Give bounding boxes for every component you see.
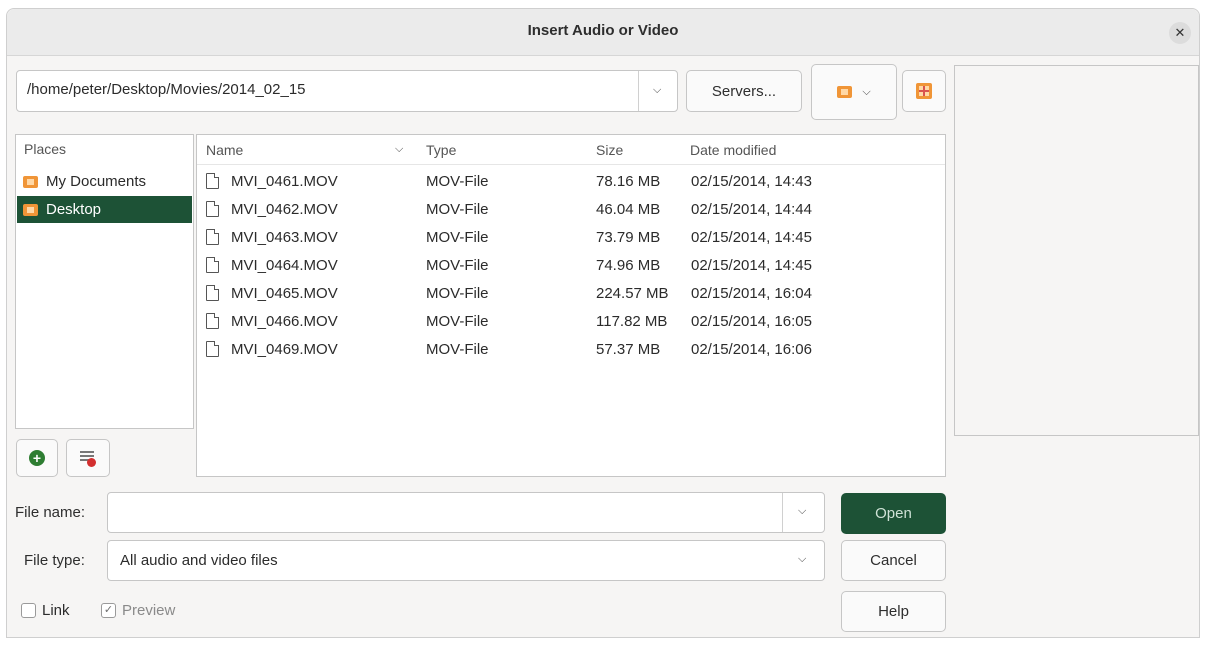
place-item-label: My Documents [46,173,147,190]
file-icon [206,257,219,273]
close-button[interactable]: ✕ [1169,22,1191,44]
close-icon: ✕ [1174,25,1186,40]
file-type-label: File type: [24,552,85,569]
file-row[interactable]: MVI_0462.MOV MOV-File 46.04 MB 02/15/2014, … [198,195,944,223]
help-button-label: Help [878,603,909,620]
file-name-cell: MVI_0469.MOV [231,341,338,358]
file-type-cell: MOV-File [426,229,489,246]
chevron-down-icon[interactable]: ⌵ [653,84,661,97]
folder-up-icon [837,86,853,98]
file-type-select[interactable]: All audio and video files ⌵ [107,540,825,581]
cancel-button[interactable]: Cancel [841,540,946,581]
file-date-cell: 02/15/2014, 16:05 [691,313,812,330]
places-header: Places [24,141,67,157]
path-combobox[interactable]: /home/peter/Desktop/Movies/2014_02_15 ⌵ [16,70,678,112]
open-button[interactable]: Open [841,493,946,534]
cancel-button-label: Cancel [870,552,917,569]
file-name-cell: MVI_0466.MOV [231,313,338,330]
file-date-cell: 02/15/2014, 14:45 [691,257,812,274]
folder-icon [23,175,38,188]
file-size-cell: 224.57 MB [596,285,669,302]
preview-checkbox-box[interactable]: ✓ [101,603,116,618]
new-folder-button[interactable] [902,70,946,112]
column-header-date[interactable]: Date modified [690,142,776,158]
file-row[interactable]: MVI_0469.MOV MOV-File 57.37 MB 02/15/2014, … [198,335,944,363]
column-header-name[interactable]: Name [206,142,243,158]
path-value: /home/peter/Desktop/Movies/2014_02_15 [27,81,306,98]
file-size-cell: 57.37 MB [596,341,661,358]
open-button-label: Open [875,505,912,522]
file-size-cell: 78.16 MB [596,173,661,190]
servers-button[interactable]: Servers... [686,70,802,112]
file-size-cell: 117.82 MB [596,313,668,330]
insert-audio-video-dialog: Insert Audio or Video ✕ /home/peter/Desk… [6,8,1200,638]
file-date-cell: 02/15/2014, 16:04 [691,285,812,302]
file-name-label: File name: [15,504,86,521]
place-item-label: Desktop [46,201,102,218]
file-type-cell: MOV-File [426,285,489,302]
preview-label: Preview [122,602,176,619]
help-button[interactable]: Help [841,591,946,632]
preview-pane [954,65,1199,436]
file-name-input[interactable] [114,500,774,525]
file-size-cell: 74.96 MB [596,257,661,274]
file-date-cell: 02/15/2014, 14:45 [691,229,812,246]
file-type-cell: MOV-File [426,313,489,330]
file-icon [206,201,219,217]
file-type-value: All audio and video files [120,552,278,569]
chevron-down-icon[interactable]: ⌵ [798,505,806,518]
add-place-button[interactable]: + [16,439,58,477]
link-checkbox-box[interactable] [21,603,36,618]
file-list: Name ⌵ Type Size Date modified MVI_0461.… [196,134,946,477]
file-row[interactable]: MVI_0466.MOV MOV-File 117.82 MB 02/15/2014,… [198,307,944,335]
file-name-cell: MVI_0463.MOV [231,229,338,246]
remove-place-icon [80,450,96,467]
file-icon [206,285,219,301]
file-type-cell: MOV-File [426,341,489,358]
file-row[interactable]: MVI_0461.MOV MOV-File 78.16 MB 02/15/2014, … [198,167,944,195]
remove-place-button[interactable] [66,439,110,477]
file-type-cell: MOV-File [426,257,489,274]
folder-up-button[interactable]: ⌵ [811,64,897,120]
file-icon [206,229,219,245]
file-name-cell: MVI_0465.MOV [231,285,338,302]
file-type-cell: MOV-File [426,173,489,190]
link-label: Link [42,602,70,619]
dialog-title: Insert Audio or Video [527,22,679,39]
folder-icon [23,203,38,216]
place-item-my-documents[interactable]: My Documents [17,168,192,195]
file-name-cell: MVI_0464.MOV [231,257,338,274]
add-icon: + [29,450,45,466]
file-date-cell: 02/15/2014, 14:44 [691,201,812,218]
file-row[interactable]: MVI_0463.MOV MOV-File 73.79 MB 02/15/2014, … [198,223,944,251]
title-bar: Insert Audio or Video ✕ [7,9,1199,56]
file-name-cell: MVI_0462.MOV [231,201,338,218]
chevron-down-icon: ⌵ [798,553,807,565]
file-name-cell: MVI_0461.MOV [231,173,338,190]
file-icon [206,173,219,189]
file-row[interactable]: MVI_0464.MOV MOV-File 74.96 MB 02/15/2014, … [198,251,944,279]
chevron-down-icon: ⌵ [862,85,871,98]
preview-checkbox[interactable]: ✓ Preview [101,602,175,619]
file-icon [206,313,219,329]
file-name-combobox[interactable]: ⌵ [107,492,825,533]
file-size-cell: 73.79 MB [596,229,661,246]
file-date-cell: 02/15/2014, 14:43 [691,173,812,190]
place-item-desktop[interactable]: Desktop [17,196,192,223]
sort-chevron-icon: ⌵ [395,143,404,155]
file-type-cell: MOV-File [426,201,489,218]
link-checkbox[interactable]: Link [21,602,70,619]
new-folder-icon [916,83,932,99]
file-size-cell: 46.04 MB [596,201,661,218]
column-header-size[interactable]: Size [596,142,623,158]
places-panel: Places My Documents Desktop [15,134,194,429]
file-date-cell: 02/15/2014, 16:06 [691,341,812,358]
column-header-type[interactable]: Type [426,142,456,158]
file-icon [206,341,219,357]
servers-button-label: Servers... [711,82,777,100]
file-row[interactable]: MVI_0465.MOV MOV-File 224.57 MB 02/15/2014,… [198,279,944,307]
file-list-header: Name ⌵ Type Size Date modified [197,135,945,165]
